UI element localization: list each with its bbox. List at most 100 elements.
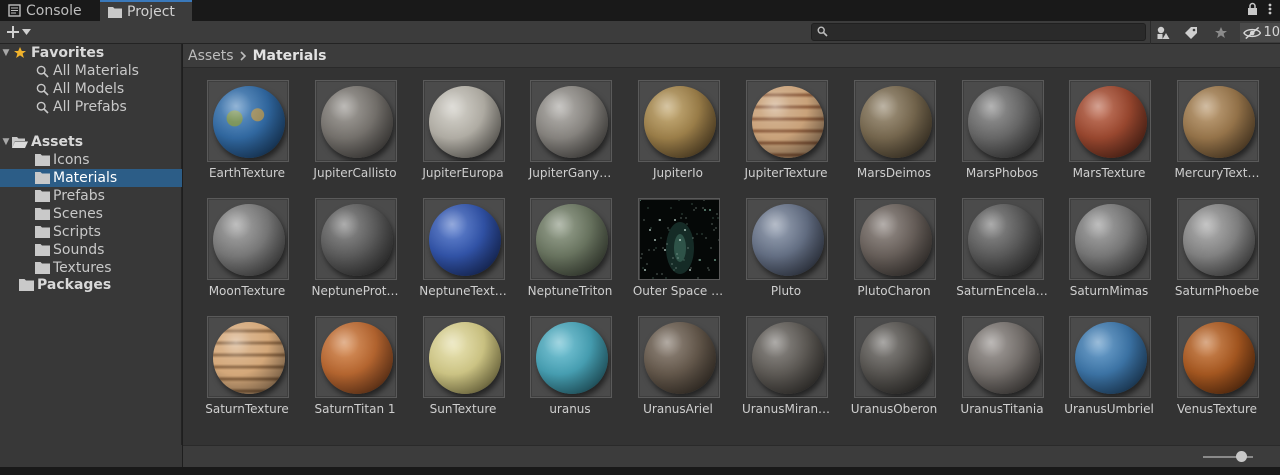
material-name: JupiterCallisto bbox=[313, 166, 397, 180]
material-thumbnail bbox=[207, 80, 289, 162]
search-icon bbox=[34, 63, 50, 79]
tree-favorite-item[interactable]: All Models bbox=[0, 80, 182, 98]
material-item[interactable]: UranusUmbriel bbox=[1055, 316, 1163, 426]
material-item[interactable]: SaturnPhoebe bbox=[1163, 198, 1271, 308]
material-thumbnail bbox=[854, 198, 936, 280]
tree-favorite-item[interactable]: All Materials bbox=[0, 62, 182, 80]
tree-folder-scripts[interactable]: Scripts bbox=[0, 223, 182, 241]
asset-browser: Assets Materials EarthTexture JupiterCall… bbox=[183, 44, 1280, 445]
material-item[interactable]: MercuryText… bbox=[1163, 80, 1271, 190]
material-sphere bbox=[1183, 204, 1255, 276]
material-thumbnail bbox=[1177, 198, 1259, 280]
material-name: uranus bbox=[549, 402, 591, 416]
material-thumbnail bbox=[854, 316, 936, 398]
material-thumbnail bbox=[638, 198, 720, 280]
material-thumbnail bbox=[530, 198, 612, 280]
material-thumbnail bbox=[1069, 80, 1151, 162]
material-item[interactable]: UranusTitania bbox=[948, 316, 1056, 426]
material-item[interactable]: SaturnEncela… bbox=[948, 198, 1056, 308]
material-item[interactable]: JupiterEuropa bbox=[409, 80, 517, 190]
favorites-filter-button[interactable] bbox=[1210, 23, 1232, 42]
material-sphere bbox=[752, 204, 824, 276]
material-sphere bbox=[644, 86, 716, 158]
tree-folder-scenes[interactable]: Scenes bbox=[0, 205, 182, 223]
shapes-filter-icon bbox=[1157, 26, 1170, 39]
search-by-label-button[interactable] bbox=[1180, 23, 1202, 42]
search-by-type-button[interactable] bbox=[1152, 23, 1174, 42]
expand-caret-icon[interactable]: ▼ bbox=[0, 137, 12, 147]
material-sphere bbox=[213, 204, 285, 276]
material-item[interactable]: JupiterCallisto bbox=[301, 80, 409, 190]
material-name: NeptuneText… bbox=[419, 284, 507, 298]
zoom-slider-handle[interactable] bbox=[1236, 451, 1247, 462]
material-item[interactable]: MoonTexture bbox=[193, 198, 301, 308]
material-name: EarthTexture bbox=[208, 166, 286, 180]
material-item[interactable]: NeptuneText… bbox=[409, 198, 517, 308]
favorite-label: All Prefabs bbox=[53, 99, 127, 115]
material-name: MarsPhobos bbox=[965, 166, 1039, 180]
material-item[interactable]: JupiterTexture bbox=[732, 80, 840, 190]
material-item[interactable]: SaturnMimas bbox=[1055, 198, 1163, 308]
material-item[interactable]: UranusAriel bbox=[624, 316, 732, 426]
search-icon bbox=[817, 26, 828, 37]
tree-packages[interactable]: Packages bbox=[0, 276, 182, 294]
material-item[interactable]: Outer Space … bbox=[624, 198, 732, 308]
tab-project[interactable]: Project bbox=[100, 0, 192, 21]
breadcrumb-current[interactable]: Materials bbox=[253, 48, 327, 64]
tree-folder-sounds[interactable]: Sounds bbox=[0, 241, 182, 259]
material-sphere bbox=[752, 322, 824, 394]
material-sphere bbox=[860, 86, 932, 158]
material-item[interactable]: UranusOberon bbox=[840, 316, 948, 426]
lock-icon[interactable] bbox=[1247, 2, 1258, 16]
material-item[interactable]: VenusTexture bbox=[1163, 316, 1271, 426]
material-thumbnail bbox=[315, 80, 397, 162]
tree-favorites[interactable]: ▼ Favorites bbox=[0, 44, 182, 62]
material-item[interactable]: SunTexture bbox=[409, 316, 517, 426]
tree-folder-materials[interactable]: Materials bbox=[0, 169, 182, 187]
material-sphere bbox=[213, 86, 285, 158]
material-item[interactable]: Pluto bbox=[732, 198, 840, 308]
material-item[interactable]: MarsPhobos bbox=[948, 80, 1056, 190]
more-options-icon[interactable] bbox=[1268, 2, 1272, 16]
expand-caret-icon[interactable]: ▼ bbox=[0, 48, 12, 58]
material-name: MoonTexture bbox=[208, 284, 286, 298]
eye-hidden-icon bbox=[1243, 26, 1262, 39]
material-item[interactable]: JupiterIo bbox=[624, 80, 732, 190]
tree-favorite-item[interactable]: All Prefabs bbox=[0, 98, 182, 116]
material-item[interactable]: NeptuneProt… bbox=[301, 198, 409, 308]
tab-console[interactable]: Console bbox=[0, 0, 100, 21]
material-item[interactable]: UranusMiran… bbox=[732, 316, 840, 426]
search-input[interactable] bbox=[830, 24, 1142, 40]
material-name: UranusAriel bbox=[643, 402, 713, 416]
material-thumbnail bbox=[1069, 198, 1151, 280]
material-sphere bbox=[968, 204, 1040, 276]
tab-project-label: Project bbox=[127, 3, 175, 20]
tree-assets[interactable]: ▼ Assets bbox=[0, 133, 182, 151]
material-item[interactable]: JupiterGany… bbox=[516, 80, 624, 190]
tree-folder-textures[interactable]: Textures bbox=[0, 259, 182, 277]
material-thumbnail bbox=[530, 80, 612, 162]
tree-folder-prefabs[interactable]: Prefabs bbox=[0, 187, 182, 205]
breadcrumb-root[interactable]: Assets bbox=[188, 48, 234, 64]
material-item[interactable]: MarsDeimos bbox=[840, 80, 948, 190]
material-thumbnail bbox=[962, 80, 1044, 162]
material-item[interactable]: SaturnTitan 1 bbox=[301, 316, 409, 426]
tree-folder-icons[interactable]: Icons bbox=[0, 151, 182, 169]
material-item[interactable]: SaturnTexture bbox=[193, 316, 301, 426]
material-item[interactable]: PlutoCharon bbox=[840, 198, 948, 308]
material-sphere bbox=[1075, 204, 1147, 276]
material-item[interactable]: EarthTexture bbox=[193, 80, 301, 190]
hidden-packages-toggle[interactable]: 10 bbox=[1240, 23, 1280, 42]
search-field[interactable] bbox=[811, 23, 1146, 41]
tag-icon bbox=[1185, 26, 1197, 39]
material-item[interactable]: MarsTexture bbox=[1055, 80, 1163, 190]
project-toolbar: 10 bbox=[0, 21, 1280, 44]
folder-label: Scripts bbox=[53, 224, 101, 240]
create-button[interactable] bbox=[6, 23, 31, 41]
material-sphere bbox=[1075, 86, 1147, 158]
material-item[interactable]: NeptuneTriton bbox=[516, 198, 624, 308]
material-name: NeptuneProt… bbox=[311, 284, 399, 298]
material-sphere bbox=[968, 86, 1040, 158]
material-thumbnail bbox=[854, 80, 936, 162]
material-item[interactable]: uranus bbox=[516, 316, 624, 426]
